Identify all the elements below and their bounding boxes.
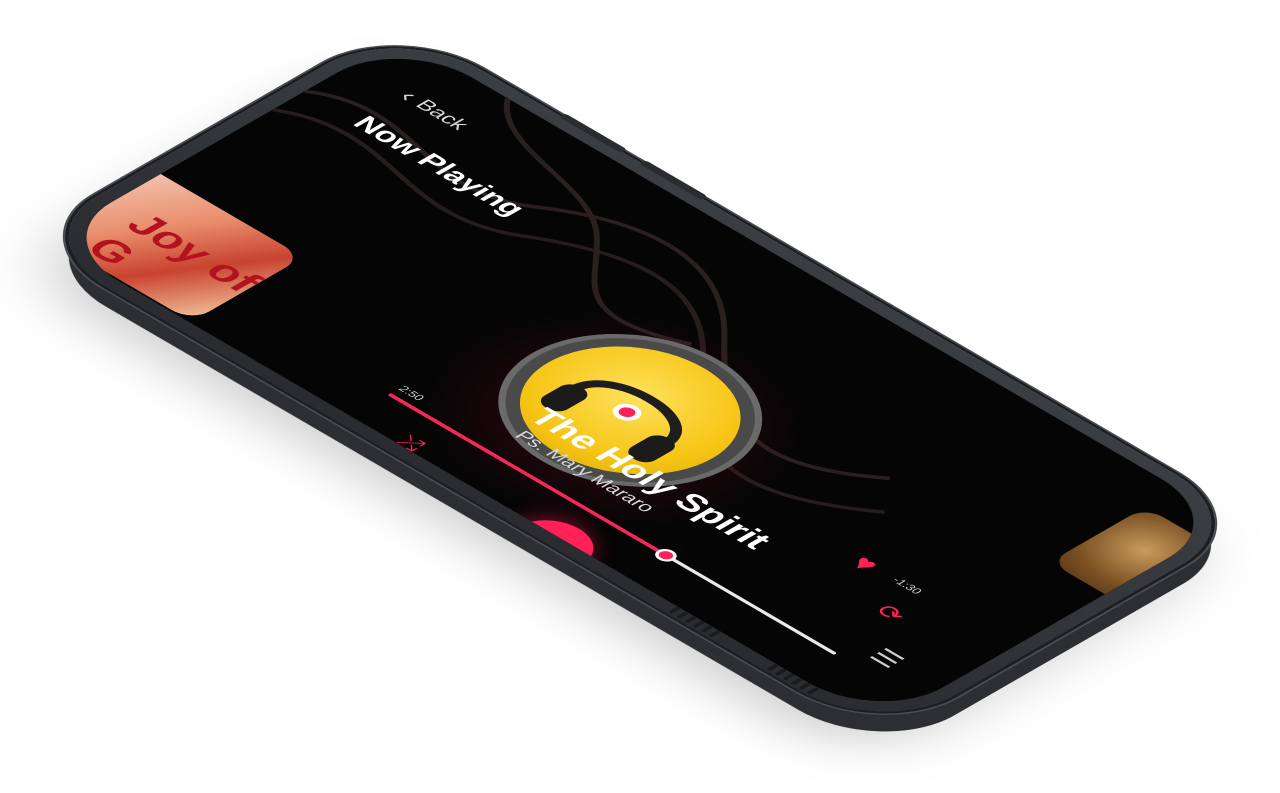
phone-screen: ‹ Back Now Playing Joy of G ♥ The Holy S… [47, 36, 1233, 724]
stage: ‹ Back Now Playing Joy of G ♥ The Holy S… [0, 0, 1280, 793]
share-icon[interactable]: ⋔ [406, 507, 443, 529]
